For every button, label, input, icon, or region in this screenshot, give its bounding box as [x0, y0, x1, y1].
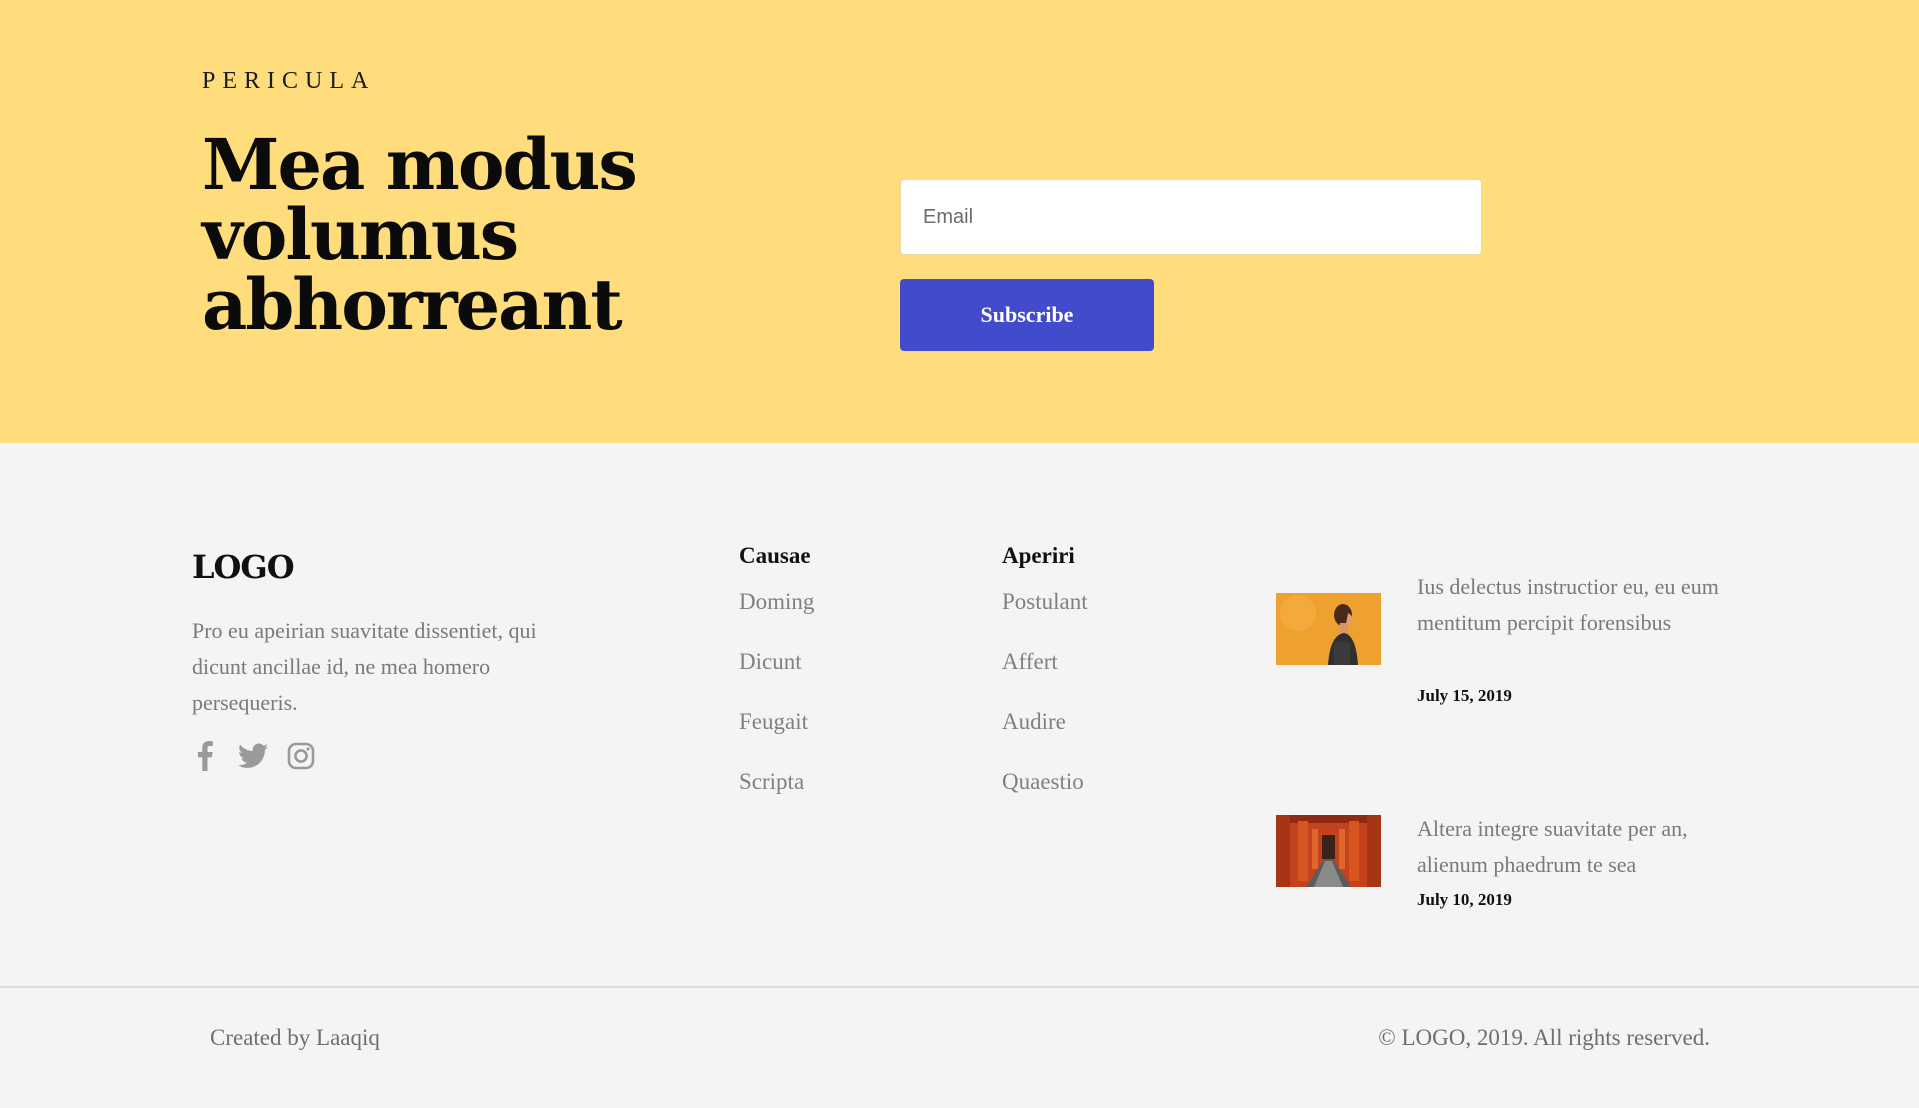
footer-column-heading: Aperiri [1002, 543, 1075, 568]
footer-link-dicunt[interactable]: Dicunt [739, 649, 802, 674]
recent-post: Ius delectus instructior eu, eu eum ment… [1276, 569, 1737, 705]
list-item: Feugait [739, 709, 814, 769]
newsletter-eyebrow: PERICULA [202, 68, 376, 94]
subscribe-button[interactable]: Subscribe [900, 279, 1154, 351]
footer-about-text: Pro eu apeirian suavitate dissentiet, qu… [192, 618, 537, 715]
social-links [190, 741, 316, 771]
footer-divider [0, 986, 1919, 988]
footer-link-list: Doming Dicunt Feugait Scripta [739, 589, 814, 829]
footer-link-feugait[interactable]: Feugait [739, 709, 808, 734]
credit-text: Created by Laaqiq [210, 1025, 380, 1050]
newsletter-headline: Mea modus volumus abhorreant [202, 123, 638, 346]
copyright-text: © LOGO, 2019. All rights reserved. [1378, 1025, 1710, 1050]
list-item: Dicunt [739, 649, 814, 709]
footer-logo[interactable]: LOGO [192, 548, 295, 586]
list-item: Affert [1002, 649, 1088, 709]
instagram-icon[interactable] [286, 741, 316, 771]
post-thumbnail-woman-profile[interactable] [1276, 593, 1381, 665]
list-item: Audire [1002, 709, 1088, 769]
post-title-link[interactable]: Ius delectus instructior eu, eu eum ment… [1417, 569, 1737, 641]
footer-link-list: Postulant Affert Audire Quaestio [1002, 589, 1088, 829]
post-date: July 10, 2019 [1417, 890, 1512, 909]
footer-column-heading: Causae [739, 543, 811, 568]
footer-link-quaestio[interactable]: Quaestio [1002, 769, 1084, 794]
twitter-icon[interactable] [238, 741, 268, 771]
post-thumbnail-torii-tunnel[interactable] [1276, 815, 1381, 887]
footer: LOGO Pro eu apeirian suavitate dissentie… [0, 443, 1919, 987]
email-input[interactable] [900, 179, 1482, 255]
list-item: Quaestio [1002, 769, 1088, 829]
newsletter-section: PERICULA Mea modus volumus abhorreant Su… [0, 0, 1919, 443]
facebook-icon[interactable] [190, 741, 220, 771]
recent-post: Altera integre suavitate per an, alienum… [1276, 811, 1736, 941]
list-item: Scripta [739, 769, 814, 829]
footer-link-scripta[interactable]: Scripta [739, 769, 804, 794]
footer-link-affert[interactable]: Affert [1002, 649, 1058, 674]
list-item: Postulant [1002, 589, 1088, 649]
list-item: Doming [739, 589, 814, 649]
footer-link-postulant[interactable]: Postulant [1002, 589, 1088, 614]
footer-link-doming[interactable]: Doming [739, 589, 814, 614]
footer-link-audire[interactable]: Audire [1002, 709, 1066, 734]
post-title-link[interactable]: Altera integre suavitate per an, alienum… [1417, 811, 1737, 883]
post-date: July 15, 2019 [1417, 686, 1512, 705]
footer-column-aperiri: Aperiri Postulant Affert Audire Quaestio [1002, 543, 1088, 829]
footer-column-causae: Causae Doming Dicunt Feugait Scripta [739, 543, 814, 829]
